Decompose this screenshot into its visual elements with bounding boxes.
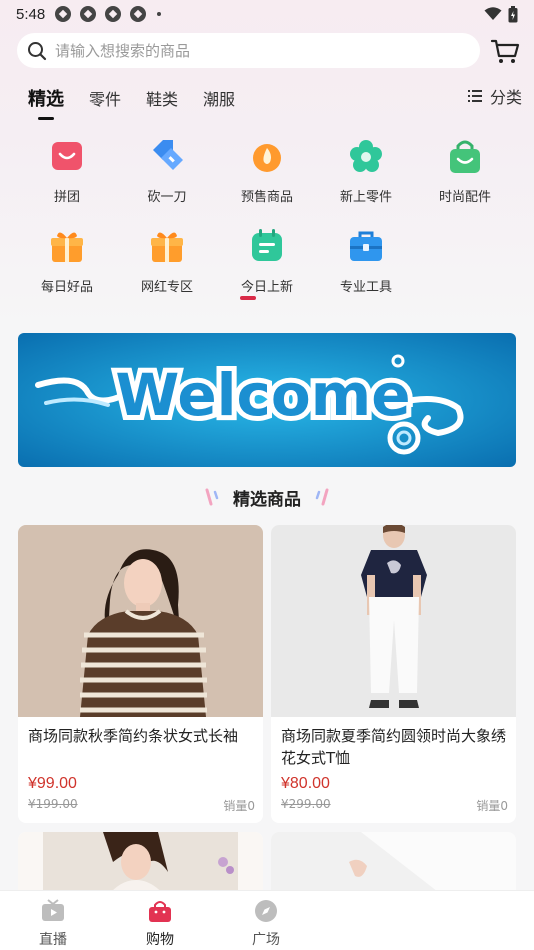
bottom-navigation: 直播 购物 广场 — [0, 890, 534, 950]
menu-label: 预售商品 — [240, 190, 293, 205]
battery-icon — [508, 5, 518, 22]
menu-label: 网红专区 — [140, 280, 193, 295]
menu-label: 时尚配件 — [438, 190, 491, 205]
menu-label: 专业工具 — [339, 280, 392, 295]
product-card[interactable]: 商场同款夏季简约圆领时尚大象绣花女式T恤 ¥80.00 ¥299.00 销量0 — [271, 525, 516, 823]
category-tabs: 精选 零件 鞋类 潮服 — [0, 80, 534, 120]
flower-icon — [350, 140, 382, 172]
tag-icon — [153, 140, 183, 170]
nav-label: 直播 — [39, 932, 67, 948]
search-icon — [28, 41, 47, 60]
section-title-text: 精选商品 — [233, 489, 301, 510]
sales-count: 销量0 — [476, 799, 508, 813]
nav-item-live[interactable]: 直播 — [18, 899, 88, 949]
original-price: ¥299.00 — [281, 797, 331, 811]
tab-featured[interactable]: 精选 — [28, 85, 64, 120]
tab-shoes[interactable]: 鞋类 — [146, 86, 178, 110]
product-price: ¥80.00 — [281, 775, 330, 792]
section-title: 精选商品 — [0, 482, 534, 512]
menu-label: 今日上新 — [240, 280, 293, 295]
menu-label: 砍一刀 — [147, 190, 187, 205]
notification-icon — [130, 6, 147, 22]
notification-icon — [105, 6, 122, 22]
nav-label: 广场 — [252, 932, 280, 948]
product-image[interactable] — [18, 525, 263, 717]
tv-icon — [42, 899, 64, 921]
status-time: 5:48 — [16, 5, 46, 23]
banner-image: Welcome — [18, 333, 516, 467]
sales-count: 销量0 — [223, 799, 255, 813]
menu-label: 拼团 — [53, 190, 80, 205]
nav-item-shopping[interactable]: 购物 — [125, 899, 195, 949]
notification-icon — [55, 6, 72, 22]
banner-text: Welcome — [115, 361, 410, 429]
toolbox-icon — [350, 231, 382, 261]
search-input[interactable]: 请输入想搜索的商品 — [55, 40, 190, 61]
notification-icon — [80, 6, 97, 22]
page-indicator — [240, 296, 256, 300]
list-icon — [467, 90, 482, 102]
category-label: 分类 — [489, 88, 522, 107]
shopping-bag-icon — [149, 901, 171, 922]
gift-icon — [151, 232, 183, 262]
nav-item-plaza[interactable]: 广场 — [231, 899, 301, 949]
tab-streetwear[interactable]: 潮服 — [203, 86, 235, 110]
product-price: ¥99.00 — [28, 775, 77, 792]
more-notifications-icon — [157, 12, 162, 16]
menu-label: 新上零件 — [339, 190, 392, 205]
menu-item-pro-tools[interactable]: 专业工具 — [321, 228, 411, 295]
product-title: 商场同款秋季简约条状女式长袖 — [28, 727, 239, 745]
menu-item-new-today[interactable]: 今日上新 — [222, 228, 312, 295]
category-button[interactable]: 分类 — [467, 84, 522, 108]
menu-item-daily-picks[interactable]: 每日好品 — [22, 228, 112, 295]
product-card[interactable]: 商场同款秋季简约条状女式长袖 ¥99.00 ¥199.00 销量0 — [18, 525, 263, 823]
product-image[interactable] — [271, 525, 516, 717]
menu-item-new-parts[interactable]: 新上零件 — [321, 138, 411, 205]
menu-label: 每日好品 — [40, 280, 93, 295]
flame-icon — [253, 144, 281, 172]
menu-item-bargain[interactable]: 砍一刀 — [122, 138, 212, 205]
cart-icon[interactable] — [490, 37, 520, 65]
menu-item-influencer-zone[interactable]: 网红专区 — [122, 228, 212, 295]
search-bar[interactable]: 请输入想搜索的商品 — [17, 33, 480, 68]
compass-icon — [255, 900, 277, 922]
status-bar: 5:48 — [0, 0, 534, 28]
tab-parts[interactable]: 零件 — [89, 86, 121, 110]
nav-label: 购物 — [146, 932, 174, 948]
quick-menu: 拼团 砍一刀 预售商品 新上零件 时尚配件 每日好品 网红专区 今日上新 专业工… — [18, 120, 516, 310]
smile-bag-icon — [52, 142, 82, 170]
welcome-banner[interactable]: Welcome — [18, 333, 516, 467]
menu-item-presale[interactable]: 预售商品 — [222, 138, 312, 205]
original-price: ¥199.00 — [28, 797, 78, 811]
gift-icon — [51, 232, 83, 262]
menu-item-group-buy[interactable]: 拼团 — [22, 138, 112, 205]
product-title: 商场同款夏季简约圆领时尚大象绣花女式T恤 — [281, 727, 507, 767]
shopping-bag-icon — [450, 140, 480, 173]
menu-item-accessories[interactable]: 时尚配件 — [420, 138, 510, 205]
calendar-icon — [252, 229, 282, 261]
wifi-icon — [484, 7, 502, 20]
sparkle-icon — [205, 488, 219, 506]
sparkle-icon — [315, 488, 329, 506]
